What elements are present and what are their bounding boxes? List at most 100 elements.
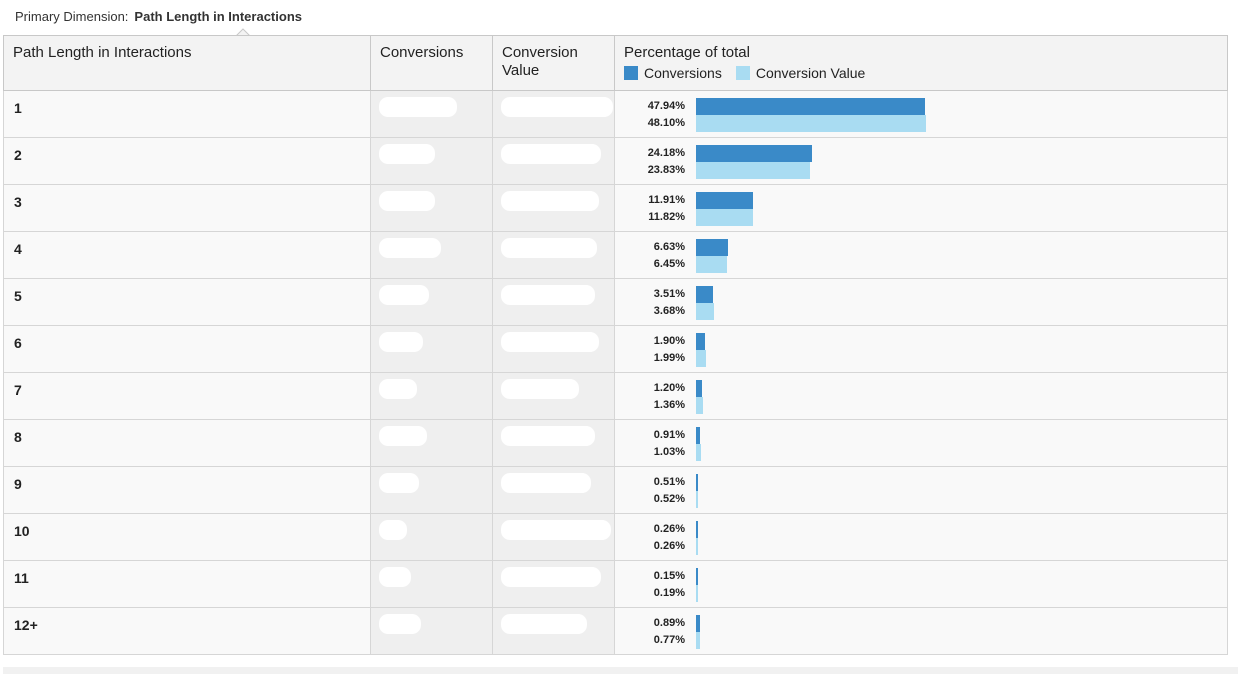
primary-dimension: Primary Dimension: Path Length in Interac…	[15, 9, 302, 24]
redacted-value	[501, 379, 579, 399]
legend-swatch-conversions	[624, 66, 638, 80]
column-header-path-length[interactable]: Path Length in Interactions	[3, 35, 371, 91]
conversions-cell	[370, 466, 493, 514]
percentage-cell: 0.26% 0.26%	[614, 513, 1228, 561]
conversion-value-cell	[492, 372, 615, 420]
table-row: 12+ 0.89% 0.77%	[3, 607, 1228, 655]
path-length-cell: 9	[3, 466, 371, 514]
path-length-cell: 12+	[3, 607, 371, 655]
report-table: Path Length in Interactions Conversions …	[3, 35, 1228, 655]
conversion-value-cell	[492, 90, 615, 138]
column-header-conversions[interactable]: Conversions	[370, 35, 493, 91]
value-pct-label: 6.45%	[653, 258, 685, 270]
conversions-cell	[370, 90, 493, 138]
conversions-cell	[370, 137, 493, 185]
value-pct-label: 11.82%	[648, 211, 685, 223]
path-length-cell: 8	[3, 419, 371, 467]
redacted-value	[379, 97, 457, 117]
conversions-cell	[370, 560, 493, 608]
redacted-value	[501, 473, 591, 493]
value-pct-label: 1.99%	[653, 352, 685, 364]
percentage-cell: 0.15% 0.19%	[614, 560, 1228, 608]
conversion-value-bar	[696, 444, 701, 461]
redacted-value	[501, 614, 587, 634]
redacted-value	[379, 473, 419, 493]
value-pct-label: 0.77%	[653, 634, 685, 646]
redacted-value	[501, 426, 595, 446]
conversions-pct-label: 24.18%	[647, 147, 685, 159]
conversion-value-cell	[492, 419, 615, 467]
percentage-cell: 3.51% 3.68%	[614, 278, 1228, 326]
redacted-value	[379, 144, 435, 164]
conversion-value-bar	[696, 491, 699, 508]
redacted-value	[379, 191, 435, 211]
conversion-value-bar	[696, 397, 703, 414]
redacted-value	[379, 379, 417, 399]
redacted-value	[379, 426, 427, 446]
redacted-value	[501, 285, 595, 305]
conversions-pct-label: 47.94%	[647, 100, 685, 112]
redacted-value	[379, 520, 407, 540]
value-pct-label: 3.68%	[653, 305, 685, 317]
conversion-value-cell	[492, 607, 615, 655]
percentage-cell: 0.89% 0.77%	[614, 607, 1228, 655]
conversions-pct-label: 3.51%	[653, 288, 685, 300]
conversions-cell	[370, 607, 493, 655]
conversion-value-bar	[696, 632, 700, 649]
redacted-value	[379, 614, 421, 634]
conversions-bar	[696, 521, 698, 538]
value-pct-label: 1.36%	[653, 399, 685, 411]
conversion-value-bar	[696, 256, 727, 273]
percentage-cell: 11.91% 11.82%	[614, 184, 1228, 232]
conversions-cell	[370, 325, 493, 373]
redacted-value	[379, 332, 423, 352]
table-row: 11 0.15% 0.19%	[3, 560, 1228, 608]
conversions-bar	[696, 568, 698, 585]
percentage-cell: 1.90% 1.99%	[614, 325, 1228, 373]
conversion-value-bar	[696, 585, 698, 602]
column-header-conversion-value[interactable]: Conversion Value	[492, 35, 615, 91]
conversions-pct-label: 0.15%	[653, 570, 685, 582]
path-length-cell: 10	[3, 513, 371, 561]
conversions-pct-label: 0.51%	[653, 476, 685, 488]
conversion-value-bar	[696, 303, 714, 320]
legend-swatch-conversion-value	[735, 66, 750, 80]
primary-dimension-value[interactable]: Path Length in Interactions	[134, 9, 302, 24]
conversions-pct-label: 1.20%	[653, 382, 685, 394]
legend: Conversions Conversion Value	[624, 65, 1217, 81]
conversions-cell	[370, 231, 493, 279]
conversion-value-cell	[492, 137, 615, 185]
path-length-cell: 11	[3, 560, 371, 608]
conversions-bar	[696, 239, 728, 256]
conversions-bar	[696, 286, 713, 303]
conversions-pct-label: 0.89%	[653, 617, 685, 629]
path-length-cell: 6	[3, 325, 371, 373]
path-length-cell: 7	[3, 372, 371, 420]
percentage-cell: 1.20% 1.36%	[614, 372, 1228, 420]
conversions-cell	[370, 372, 493, 420]
value-pct-label: 48.10%	[647, 117, 685, 129]
conversion-value-bar	[696, 209, 753, 226]
path-length-cell: 5	[3, 278, 371, 326]
path-length-cell: 4	[3, 231, 371, 279]
value-pct-label: 23.83%	[647, 164, 685, 176]
redacted-value	[379, 285, 429, 305]
table-row: 8 0.91% 1.03%	[3, 419, 1228, 467]
conversion-value-cell	[492, 278, 615, 326]
conversion-value-bar	[696, 162, 810, 179]
redacted-value	[501, 191, 599, 211]
conversions-bar	[696, 615, 701, 632]
table-row: 1 47.94% 48.10%	[3, 90, 1228, 138]
value-pct-label: 1.03%	[653, 446, 685, 458]
conversion-value-cell	[492, 325, 615, 373]
conversions-bar	[696, 427, 701, 444]
percentage-cell: 6.63% 6.45%	[614, 231, 1228, 279]
percentage-cell: 0.91% 1.03%	[614, 419, 1228, 467]
conversions-bar	[696, 145, 812, 162]
conversions-pct-label: 11.91%	[648, 194, 685, 206]
legend-conversion-value: Conversion Value	[735, 65, 865, 81]
conversions-pct-label: 6.63%	[653, 241, 685, 253]
percentage-cell: 0.51% 0.52%	[614, 466, 1228, 514]
legend-conversions: Conversions	[624, 65, 722, 81]
table-row: 6 1.90% 1.99%	[3, 325, 1228, 373]
